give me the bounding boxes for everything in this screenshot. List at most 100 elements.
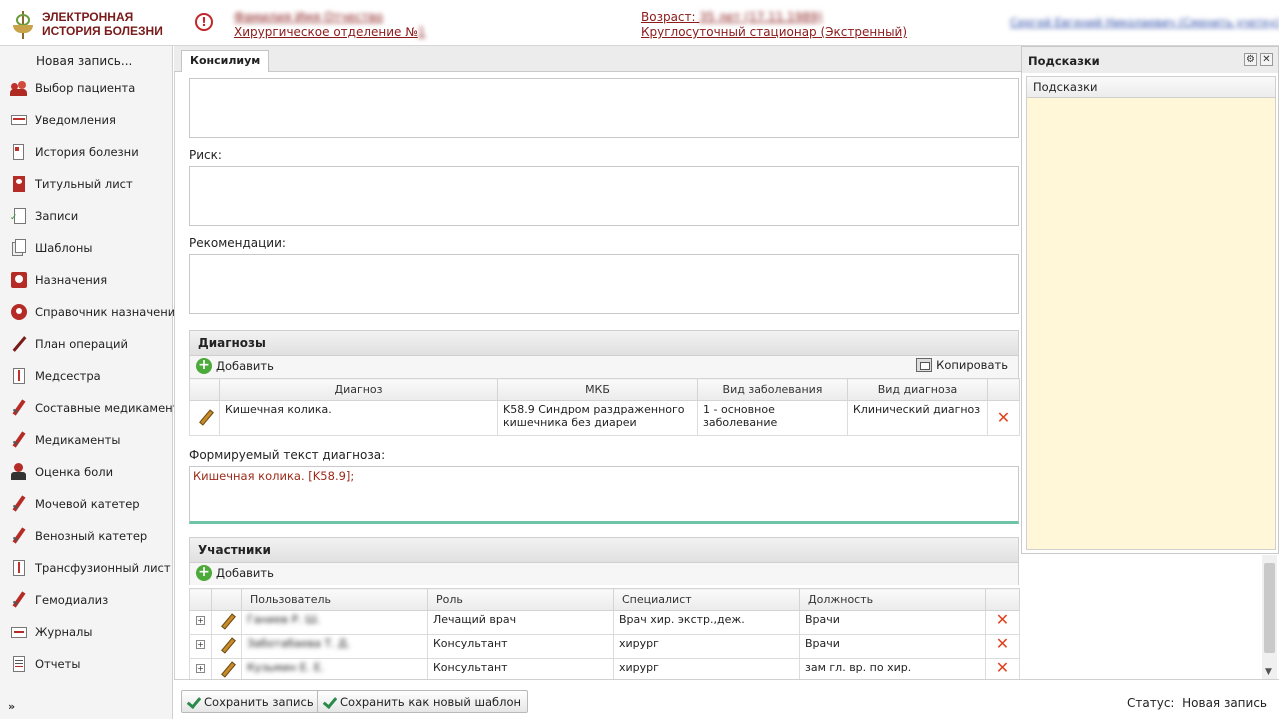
top-text-field[interactable] — [189, 78, 1019, 138]
nav-item-medical-history[interactable]: История болезни — [10, 141, 170, 163]
add-diagnosis-label: Добавить — [216, 359, 274, 373]
nav-item-urinary-catheter[interactable]: Мочевой катетер — [10, 493, 170, 515]
nav-item-templates[interactable]: Шаблоны — [10, 237, 170, 259]
column-header[interactable]: Пользователь — [241, 588, 428, 611]
patient-name-link[interactable]: Фамилия Имя Отчество — [234, 10, 383, 24]
nav-label: История болезни — [35, 145, 139, 159]
current-user-link[interactable]: Сергей Евгений Николаевич (Сменить учетк… — [1010, 16, 1279, 29]
add-participant-button[interactable]: + Добавить — [196, 565, 274, 581]
app-logo[interactable]: ЭЛЕКТРОННАЯ ИСТОРИЯ БОЛЕЗНИ — [10, 8, 175, 40]
expand-cell[interactable]: + — [189, 634, 212, 659]
department-name: Хирургическое отделение № — [234, 25, 418, 39]
status-label: Статус: — [1127, 696, 1175, 710]
department-number: 1 — [417, 25, 426, 39]
column-header[interactable]: Вид диагноза — [847, 378, 988, 401]
column-header — [189, 588, 212, 611]
edit-icon[interactable] — [219, 613, 235, 629]
column-header[interactable]: Должность — [799, 588, 986, 611]
nav-label: Мочевой катетер — [35, 497, 140, 511]
add-diagnosis-button[interactable]: + Добавить — [196, 358, 274, 374]
age-link[interactable]: Возраст: 35 лет (17.11.1989) — [641, 10, 822, 24]
participants-table-header: Пользователь Роль Специалист Должность — [189, 588, 1020, 611]
nav-item-venous-catheter[interactable]: Венозный катетер — [10, 525, 170, 547]
main-area: Консилиум Риск: Рекомендации: Диагнозы +… — [174, 46, 1021, 683]
nav-item-journals[interactable]: Журналы — [10, 621, 170, 643]
column-header — [189, 378, 220, 401]
edit-icon[interactable] — [219, 637, 235, 653]
add-participant-label: Добавить — [216, 566, 274, 580]
close-icon[interactable]: ✕ — [1260, 53, 1273, 66]
user-name: Заботабаева Т. Д. — [247, 637, 351, 650]
column-header[interactable]: Диагноз — [219, 378, 498, 401]
column-header[interactable]: Роль — [427, 588, 614, 611]
age-value: 35 лет (17.11.1989) — [699, 10, 823, 24]
nav-item-patient-select[interactable]: Выбор пациента — [10, 77, 170, 99]
edit-cell[interactable] — [211, 634, 242, 659]
scrollbar-thumb[interactable] — [1264, 563, 1275, 653]
nav-item-medications[interactable]: Медикаменты — [10, 429, 170, 451]
tab-consilium[interactable]: Консилиум — [181, 50, 270, 72]
patients-icon — [10, 79, 28, 97]
nav-item-prescriptions[interactable]: Назначения — [10, 269, 170, 291]
add-icon: + — [196, 565, 212, 581]
nav-label: Титульный лист — [35, 177, 133, 191]
nav-item-operations-plan[interactable]: План операций — [10, 333, 170, 355]
delete-icon[interactable]: ✕ — [985, 610, 1020, 635]
edit-cell[interactable] — [189, 400, 220, 436]
scroll-down-icon[interactable]: ▼ — [1265, 667, 1272, 677]
alert-icon[interactable]: ! — [195, 13, 213, 31]
nav-item-pain-assessment[interactable]: Оценка боли — [10, 461, 170, 483]
position-cell: Врачи — [799, 610, 986, 635]
nav-item-hemodialysis[interactable]: Гемодиализ — [10, 589, 170, 611]
column-header[interactable]: МКБ — [497, 378, 698, 401]
edit-icon[interactable] — [219, 661, 235, 677]
formed-diagnosis-text[interactable]: Кишечная колика. [K58.9]; — [189, 466, 1019, 524]
stay-type-link[interactable]: Круглосуточный стационар (Экстренный) — [641, 25, 907, 39]
nav-item-nurse[interactable]: Медсестра — [10, 365, 170, 387]
diagnosis-cell: Кишечная колика. — [219, 400, 498, 436]
nav-item-reports[interactable]: Отчеты — [10, 653, 170, 675]
hints-panel-title: Подсказки — [1022, 47, 1278, 73]
column-header[interactable]: Вид заболевания — [697, 378, 848, 401]
nav-label: Трансфузионный лист — [35, 561, 171, 575]
expand-cell[interactable]: + — [189, 610, 212, 635]
column-header[interactable]: Специалист — [613, 588, 800, 611]
syringe-icon — [10, 527, 28, 545]
table-row[interactable]: + Ганиев Р. Ш. Лечащий врач Врач хир. эк… — [189, 610, 1020, 635]
prescriptions-icon — [10, 271, 28, 289]
copy-icon — [916, 358, 933, 372]
delete-icon[interactable]: ✕ — [985, 634, 1020, 659]
expand-icon[interactable]: + — [196, 616, 205, 625]
copy-diagnosis-button[interactable]: Копировать — [916, 358, 1008, 372]
nav-item-transfusion-sheet[interactable]: Трансфузионный лист — [10, 557, 171, 579]
nav-label: Медикаменты — [35, 433, 121, 447]
expand-icon[interactable]: + — [196, 640, 205, 649]
save-record-button[interactable]: Сохранить запись — [181, 690, 321, 713]
expand-nav-button[interactable]: » — [8, 700, 15, 713]
position-cell: Врачи — [799, 634, 986, 659]
department-link[interactable]: Хирургическое отделение №1 — [234, 25, 425, 39]
save-as-template-button[interactable]: Сохранить как новый шаблон — [317, 690, 529, 713]
nav-item-title-page[interactable]: Титульный лист — [10, 173, 170, 195]
recommendations-field[interactable] — [189, 254, 1019, 314]
diagnoses-table: Диагноз МКБ Вид заболевания Вид диагноза… — [189, 378, 1020, 436]
new-record-button[interactable]: Новая запись... — [36, 54, 132, 68]
edit-icon[interactable] — [197, 409, 213, 425]
caduceus-icon — [10, 9, 36, 39]
vertical-scrollbar[interactable]: ▼ — [1262, 555, 1277, 679]
nav-label: Уведомления — [35, 113, 116, 127]
risk-field[interactable] — [189, 166, 1019, 226]
nav-item-compound-medications[interactable]: Составные медикаменты — [10, 397, 188, 419]
history-icon — [10, 143, 28, 161]
table-row[interactable]: Кишечная колика. K58.9 Синдром раздражен… — [189, 400, 1020, 436]
settings-icon[interactable]: ⚙ — [1244, 53, 1257, 66]
nav-label: Справочник назначений — [35, 305, 183, 319]
expand-icon[interactable]: + — [196, 664, 205, 673]
nav-item-prescription-directory[interactable]: Справочник назначений — [10, 301, 183, 323]
nav-item-notifications[interactable]: Уведомления — [10, 109, 170, 131]
delete-icon[interactable]: ✕ — [987, 400, 1020, 436]
edit-cell[interactable] — [211, 610, 242, 635]
user-name: Ганиев Р. Ш. — [247, 613, 321, 626]
nav-item-records[interactable]: ✓ Записи — [10, 205, 170, 227]
table-row[interactable]: + Заботабаева Т. Д. Консультант хирург В… — [189, 634, 1020, 659]
